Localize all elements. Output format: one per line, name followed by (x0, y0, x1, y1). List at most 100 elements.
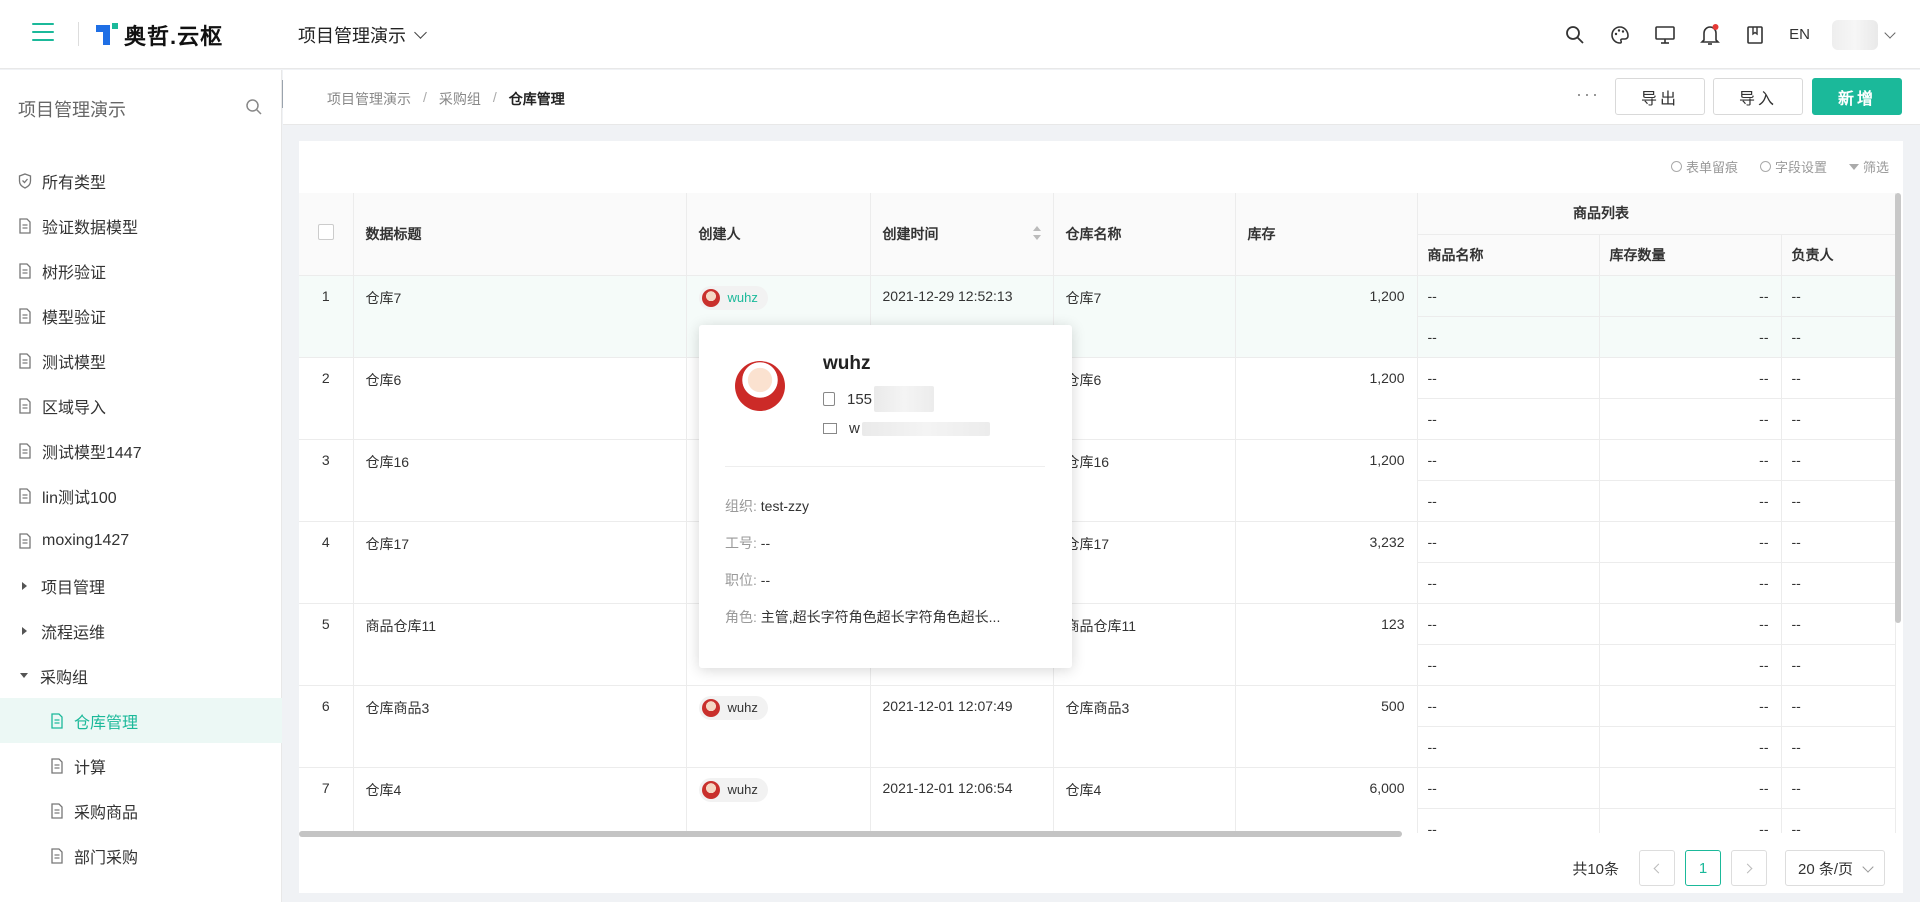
next-page-button[interactable] (1731, 850, 1767, 886)
sidebar-item[interactable]: 项目管理 (0, 563, 282, 608)
sidebar-item[interactable]: 树形验证 (0, 248, 282, 293)
sidebar-item[interactable]: 测试模型1447 (0, 428, 282, 473)
filter-button[interactable]: 筛选 (1848, 157, 1889, 176)
table-row[interactable]: 1 仓库7 wuhz 2021-12-29 12:52:13 仓库7 1,200 -- -- -… (299, 275, 1896, 358)
form-trace-button[interactable]: 表单留痕 (1670, 157, 1738, 176)
sidebar-item[interactable]: moxing1427 (0, 518, 282, 563)
cell-title[interactable]: 仓库商品3 (353, 685, 687, 768)
language-switch[interactable]: EN (1777, 26, 1822, 43)
sidebar-item[interactable]: 部门采购 (0, 833, 282, 878)
col-creator[interactable]: 创建人 (686, 193, 871, 276)
sidebar-menu: 所有类型 验证数据模型 树形验证 模型验证测试模型区域导入 测试模型1447 lin测试1… (0, 158, 282, 878)
cell-goods-qty: -- (1599, 767, 1782, 809)
cell-warehouse: 仓库16 (1053, 439, 1236, 522)
cell-title[interactable]: 仓库4 (353, 767, 687, 833)
creator-chip[interactable]: wuhz (698, 777, 768, 802)
doc-icon (19, 397, 31, 414)
cell-goods-name: -- (1417, 603, 1600, 645)
col-warehouse[interactable]: 仓库名称 (1053, 193, 1236, 276)
book-icon[interactable] (1732, 12, 1777, 57)
sidebar-item[interactable]: 流程运维 (0, 608, 282, 653)
creator-chip[interactable]: wuhz (698, 695, 768, 720)
more-actions-icon[interactable]: ··· (1576, 84, 1600, 105)
col-created-time[interactable]: 创建时间 (870, 193, 1054, 276)
field-settings-button[interactable]: 字段设置 (1759, 157, 1827, 176)
position-value: -- (760, 572, 771, 588)
sidebar-item-label: 流程运维 (41, 624, 106, 642)
mail-icon (823, 423, 837, 434)
breadcrumb-item[interactable]: 项目管理演示 (327, 89, 411, 109)
table-row[interactable]: 4 仓库17 仓库17 3,232 -- -- -- (299, 521, 1896, 604)
sidebar-item[interactable]: 所有类型 (0, 158, 282, 203)
filter-label: 筛选 (1862, 160, 1889, 175)
col-stock[interactable]: 库存 (1235, 193, 1418, 276)
cell-goods-qty: -- (1599, 275, 1782, 317)
cell-title[interactable]: 商品仓库11 (353, 603, 687, 686)
sidebar-item[interactable]: 测试模型 (0, 338, 282, 383)
logo[interactable]: 奥哲.云枢 (96, 20, 223, 50)
cell-goods-qty: -- (1599, 644, 1782, 686)
col-goods-qty[interactable]: 库存数量 (1599, 234, 1782, 276)
sidebar-item-label: 部门采购 (74, 849, 139, 867)
col-owner[interactable]: 负责人 (1781, 234, 1896, 276)
cell-title[interactable]: 仓库17 (353, 521, 687, 604)
avatar[interactable] (1832, 19, 1878, 50)
sidebar-item[interactable]: 模型验证 (0, 293, 282, 338)
cell-goods-qty: -- (1599, 521, 1782, 563)
search-icon[interactable] (1552, 12, 1597, 57)
project-switcher[interactable]: 项目管理演示 (298, 22, 427, 48)
import-button[interactable]: 导入 (1713, 78, 1803, 115)
row-number: 7 (299, 767, 354, 833)
breadcrumb-bar: 项目管理演示 / 采购组 / 仓库管理 ··· 导出 导入 新增 (283, 70, 1920, 125)
prev-page-button[interactable] (1639, 850, 1675, 886)
table-row[interactable]: 6 仓库商品3 wuhz 2021-12-01 12:07:49 仓库商品3 500 -- -… (299, 685, 1896, 768)
sidebar-item[interactable]: 采购商品 (0, 788, 282, 833)
col-created-label: 创建时间 (882, 225, 939, 242)
export-button[interactable]: 导出 (1615, 78, 1705, 115)
search-icon[interactable] (245, 98, 263, 119)
cell-warehouse: 仓库4 (1053, 767, 1236, 833)
cell-goods-name: -- (1417, 316, 1600, 358)
sidebar-item-label: 测试模型 (42, 354, 107, 372)
cell-creator[interactable]: wuhz (686, 767, 871, 833)
sidebar-item[interactable]: 区域导入 (0, 383, 282, 428)
table-row[interactable]: 3 仓库16 仓库16 1,200 -- -- -- (299, 439, 1896, 522)
gear-icon (1759, 161, 1771, 172)
sidebar-item[interactable]: 验证数据模型 (0, 203, 282, 248)
cell-title[interactable]: 仓库6 (353, 357, 687, 440)
chevron-down-icon[interactable] (1884, 26, 1896, 39)
divider (725, 466, 1045, 467)
sidebar-item[interactable]: lin测试100 (0, 473, 282, 518)
add-button[interactable]: 新增 (1812, 78, 1902, 115)
table-row[interactable]: 2 仓库6 仓库6 1,200 -- -- -- (299, 357, 1896, 440)
table-row[interactable]: 7 仓库4 wuhz 2021-12-01 12:06:54 仓库4 6,000 -- -- -… (299, 767, 1896, 833)
menu-toggle-icon[interactable] (32, 23, 54, 43)
bell-icon[interactable] (1687, 12, 1732, 57)
doc-icon (19, 442, 31, 459)
sort-icon[interactable] (1032, 225, 1041, 240)
cell-warehouse: 仓库7 (1053, 275, 1236, 358)
page-size-select[interactable]: 20 条/页 (1785, 850, 1885, 886)
cell-goods-name: -- (1417, 275, 1600, 317)
cell-creator[interactable]: wuhz (686, 685, 871, 768)
filter-icon (1848, 163, 1859, 170)
horizontal-scrollbar[interactable] (299, 831, 1402, 837)
cell-title[interactable]: 仓库16 (353, 439, 687, 522)
table-row[interactable]: 5 商品仓库11 商品仓库11 123 -- -- -- (299, 603, 1896, 686)
vertical-scrollbar[interactable] (1895, 193, 1901, 623)
sidebar-item[interactable]: 仓库管理 (0, 698, 282, 743)
doc-icon (19, 307, 31, 324)
sidebar-item[interactable]: 计算 (0, 743, 282, 788)
divider (78, 22, 79, 46)
breadcrumb-item[interactable]: 采购组 (439, 89, 481, 109)
select-all-checkbox[interactable] (317, 224, 334, 241)
creator-chip[interactable]: wuhz (698, 285, 768, 310)
sidebar-item[interactable]: 采购组 (0, 653, 282, 698)
org-value: test-zzy (760, 498, 810, 514)
palette-icon[interactable] (1597, 12, 1642, 57)
cell-title[interactable]: 仓库7 (353, 275, 687, 358)
monitor-icon[interactable] (1642, 12, 1687, 57)
page-button[interactable]: 1 (1685, 850, 1721, 886)
col-goods-name[interactable]: 商品名称 (1417, 234, 1600, 276)
col-title[interactable]: 数据标题 (353, 193, 687, 276)
